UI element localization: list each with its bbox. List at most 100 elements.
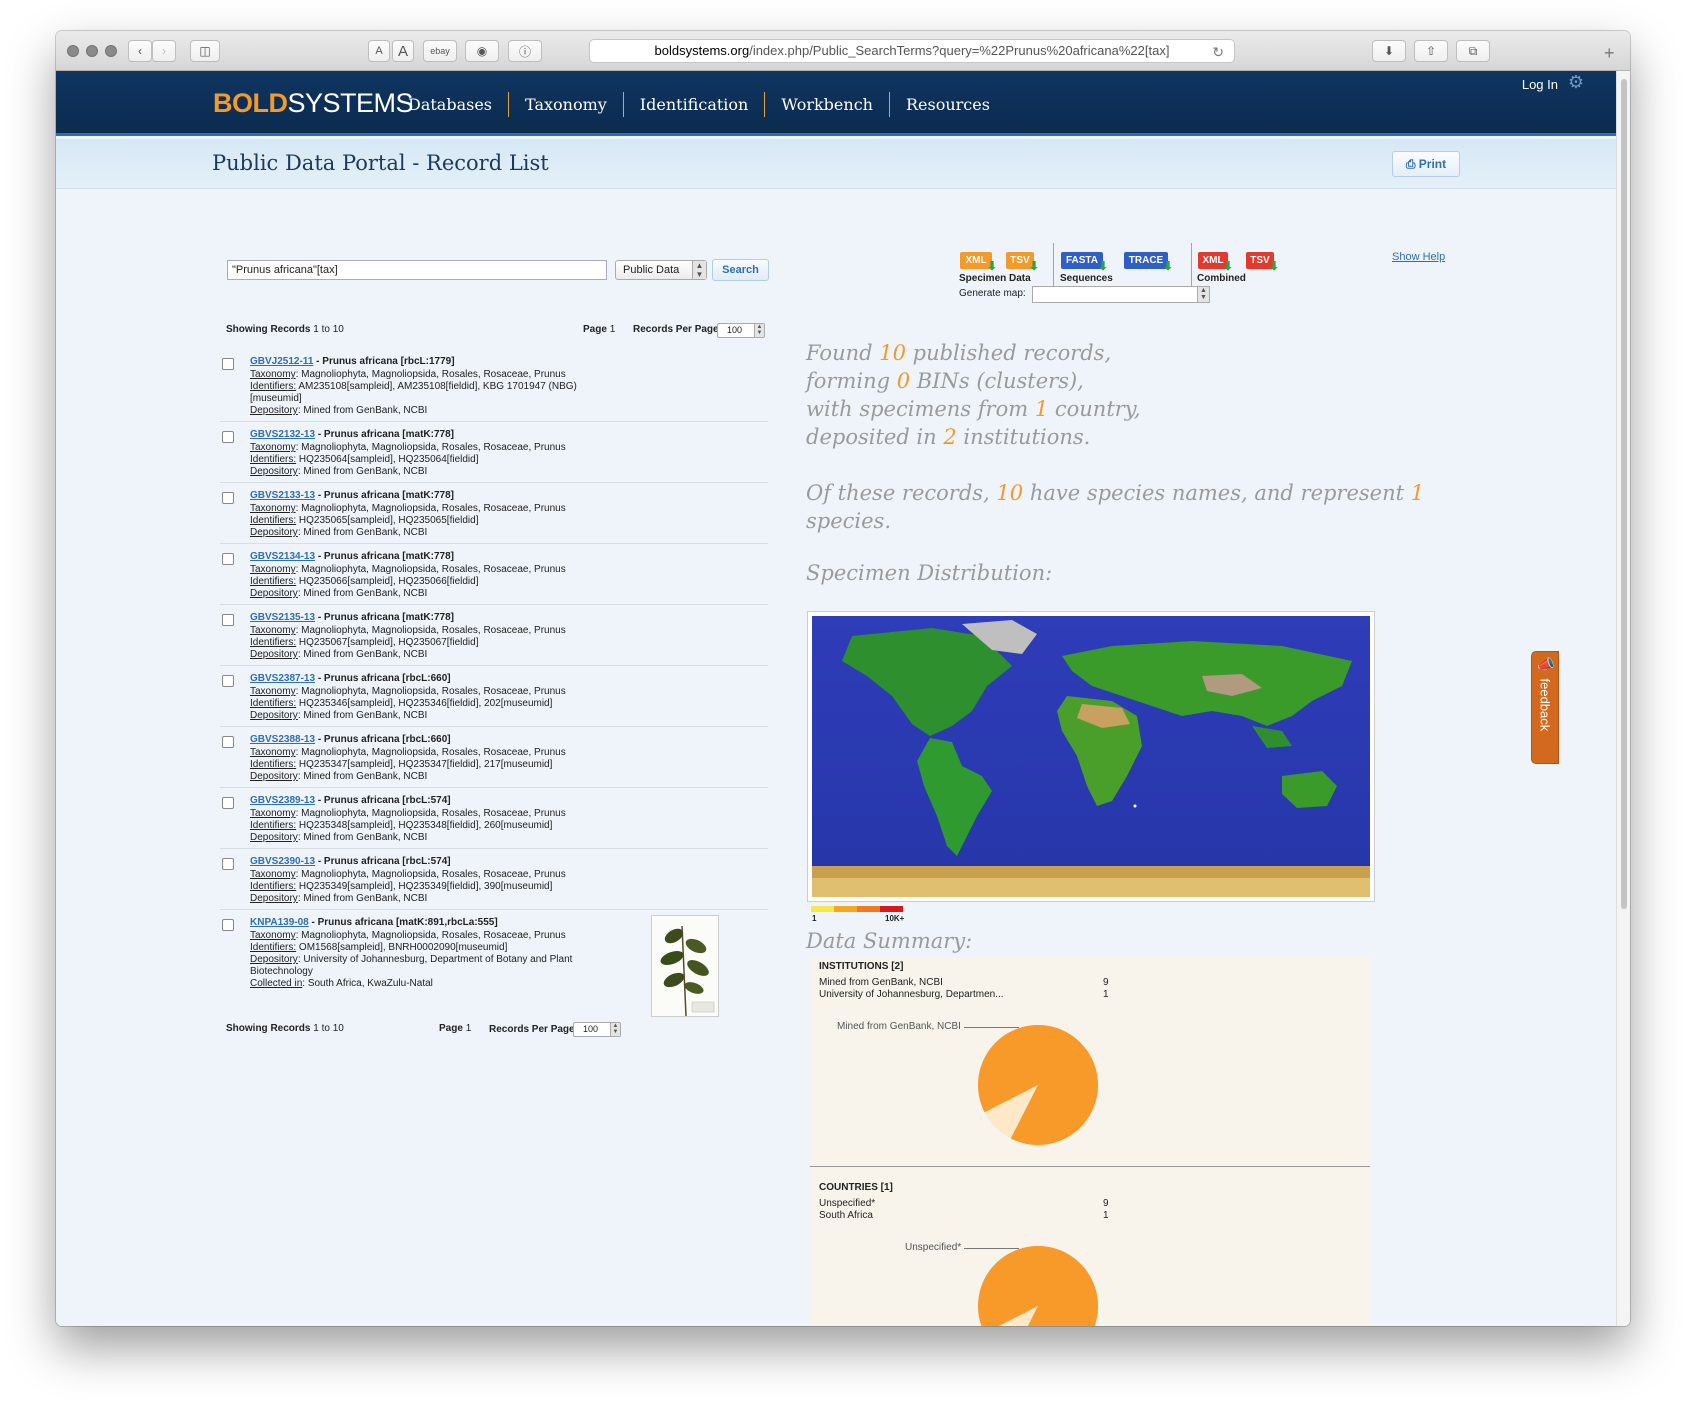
close-window-button[interactable] [67,45,79,57]
countries-pie-chart[interactable] [976,1244,1100,1326]
fasta-download[interactable]: FASTA ⬇ [1061,252,1108,272]
print-button[interactable]: ⎙ Print [1392,151,1460,177]
legend-max-label: 10K+ [885,914,905,923]
country-count: 9 [1103,1198,1109,1209]
record-id-link[interactable]: GBVJ2512-11 [250,356,313,367]
login-link[interactable]: Log In [1522,77,1558,92]
record-taxonomy: Taxonomy: Magnoliophyta, Magnoliopsida, … [250,564,566,575]
page-scrollbar[interactable] [1616,71,1630,1326]
sidebar-icon[interactable]: ◫ [190,40,220,62]
record-checkbox[interactable] [222,492,234,504]
scrollbar-thumb[interactable] [1621,79,1627,909]
gear-icon[interactable]: ⚙ [1568,72,1584,93]
record-id-link[interactable]: GBVS2388-13 [250,734,315,745]
record-taxonomy: Taxonomy: Magnoliophyta, Magnoliopsida, … [250,625,566,636]
address-domain: boldsystems.org [654,43,750,58]
record-depository: Depository: Mined from GenBank, NCBI [250,466,428,477]
page-content: BOLDSYSTEMS Databases Taxonomy Identific… [56,71,1616,1326]
ebay-bookmark[interactable]: ebay [423,40,457,62]
database-select[interactable]: Public Data ▲ ▼ [615,260,707,280]
summary-divider [810,1166,1370,1167]
share-icon[interactable]: ⇧ [1414,40,1448,62]
reload-icon[interactable]: ↻ [1212,41,1224,63]
record-id-link[interactable]: GBVS2134-13 [250,551,315,562]
shield-extension-icon[interactable]: ◉ [465,40,499,62]
print-label: Print [1418,157,1447,171]
record-id-link[interactable]: GBVS2390-13 [250,856,315,867]
record-checkbox[interactable] [222,797,234,809]
record-checkbox[interactable] [222,358,234,370]
combined-tsv-download[interactable]: TSV ⬇ [1246,252,1279,272]
address-bar[interactable]: boldsystems.org/index.php/Public_SearchT… [589,39,1235,63]
record-item: GBVS2135-13 - Prunus africana [matK:778]… [220,605,768,666]
search-input[interactable]: "Prunus africana"[tax] [227,260,607,280]
record-title: - Prunus africana [rbcL:1779] [313,356,455,367]
record-list: GBVJ2512-11 - Prunus africana [rbcL:1779… [220,349,768,1022]
record-id-link[interactable]: GBVS2387-13 [250,673,315,684]
new-tab-icon[interactable]: + [1604,43,1615,64]
record-taxonomy: Taxonomy: Magnoliophyta, Magnoliopsida, … [250,442,566,453]
showing-records-label: Showing Records [226,1023,311,1034]
paging-bottom: Showing Records 1 to 10 [226,1023,344,1034]
data-summary-panel: INSTITUTIONS [2] Mined from GenBank, NCB… [810,957,1370,1326]
zoom-window-button[interactable] [105,45,117,57]
record-checkbox[interactable] [222,553,234,565]
record-depository: Depository: Mined from GenBank, NCBI [250,527,428,538]
record-checkbox[interactable] [222,736,234,748]
nav-databases[interactable]: Databases [392,92,510,117]
forward-icon[interactable]: › [152,40,176,62]
record-checkbox[interactable] [222,614,234,626]
reader-large-text-button[interactable]: A [392,40,414,62]
record-id-link[interactable]: GBVS2135-13 [250,612,315,623]
countries-pie-label: Unspecified* [905,1242,962,1253]
institutions-pie-chart[interactable] [976,1023,1100,1147]
info-extension-icon[interactable]: ⓘ [508,40,542,62]
title-bar: Public Data Portal - Record List ⎙ Print [56,139,1616,189]
specimen-tsv-download[interactable]: TSV ⬇ [1006,252,1039,272]
nav-workbench[interactable]: Workbench [765,92,890,117]
search-button[interactable]: Search [712,259,769,281]
feedback-tab[interactable]: 📣 feedback [1531,651,1559,764]
nav-resources[interactable]: Resources [890,92,1006,117]
record-depository: Depository: Mined from GenBank, NCBI [250,771,428,782]
download-arrow-icon: ⬇ [1028,259,1039,273]
download-separator [1191,243,1192,287]
combined-xml-download[interactable]: XML ⬇ [1198,252,1233,272]
institution-row: Mined from GenBank, NCBI 9 [819,977,1119,988]
data-summary-title: Data Summary: [806,929,973,953]
records-per-page-select[interactable]: 100 ▲ ▼ [717,323,765,338]
herbarium-leaf-icon [660,925,715,1016]
record-id-link[interactable]: GBVS2389-13 [250,795,315,806]
reader-small-text-button[interactable]: A [368,40,390,62]
nav-identification[interactable]: Identification [624,92,766,117]
distribution-map[interactable] [807,611,1375,902]
country-row: South Africa 1 [819,1210,1119,1221]
download-icon[interactable]: ⬇ [1372,40,1406,62]
browser-toolbar: ‹ › ◫ A A ebay ◉ ⓘ boldsystems.org/index… [56,31,1630,71]
record-id-link[interactable]: GBVS2132-13 [250,429,315,440]
specimen-image[interactable] [651,915,719,1017]
bold-systems-logo[interactable]: BOLDSYSTEMS [213,88,414,119]
tabs-icon[interactable]: ⧉ [1456,40,1490,62]
institution-name: University of Johannesburg, Departmen... [819,989,1004,1000]
record-identifiers: Identifiers: HQ235349[sampleid], HQ23534… [250,881,553,892]
download-arrow-icon: ⬇ [986,259,997,273]
showing-records-range: 1 to 10 [313,1023,344,1034]
nav-taxonomy[interactable]: Taxonomy [509,92,624,117]
minimize-window-button[interactable] [86,45,98,57]
institution-count: 1 [1103,989,1109,1000]
record-checkbox[interactable] [222,919,234,931]
back-icon[interactable]: ‹ [128,40,152,62]
page-indicator: Page 1 [583,324,615,335]
trace-download[interactable]: TRACE ⬇ [1124,252,1173,272]
record-id-link[interactable]: GBVS2133-13 [250,490,315,501]
records-per-page-select[interactable]: 100 ▲ ▼ [573,1022,621,1037]
record-checkbox[interactable] [222,675,234,687]
specimen-xml-download[interactable]: XML ⬇ [960,252,997,272]
legend-swatch [834,906,857,912]
record-checkbox[interactable] [222,431,234,443]
record-checkbox[interactable] [222,858,234,870]
show-help-link[interactable]: Show Help [1392,251,1445,263]
generate-map-select[interactable]: ▲ ▼ [1032,286,1210,303]
record-id-link[interactable]: KNPA139-08 [250,917,309,928]
